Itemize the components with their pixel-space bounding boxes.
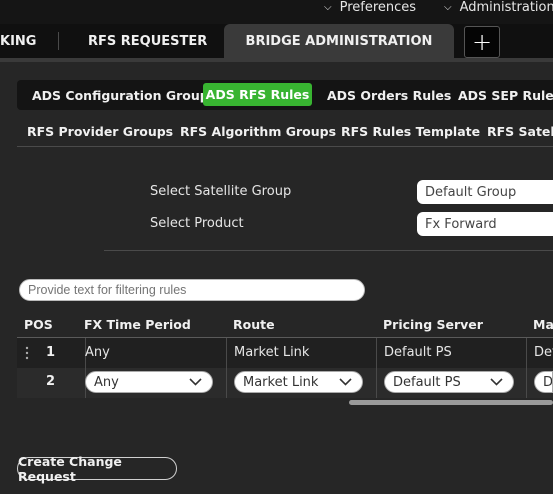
satellite-group-select[interactable]: Default Group (417, 180, 553, 204)
cell-time-period[interactable]: Any (85, 345, 110, 360)
tab-rfs-provider-groups[interactable]: RFS Provider Groups (27, 121, 173, 141)
time-period-value: Any (94, 374, 119, 390)
time-period-select[interactable]: Any (85, 371, 213, 393)
tab-ads-configuration-groups[interactable]: ADS Configuration Groups (32, 80, 216, 110)
chevron-down-icon: ⌵ (324, 1, 332, 13)
administration-label: Administration (459, 0, 553, 15)
filter-rules-input[interactable] (19, 279, 365, 301)
tab-bridge-administration[interactable]: BRIDGE ADMINISTRATION (224, 24, 454, 58)
chevron-down-icon (339, 378, 352, 386)
horizontal-scrollbar[interactable] (349, 400, 553, 405)
chevron-down-icon: ⌵ (444, 1, 452, 13)
plus-icon: + (471, 28, 493, 56)
column-divider (526, 338, 527, 398)
form-divider (104, 250, 553, 251)
pricing-server-select[interactable]: Default PS (384, 371, 514, 393)
cell-pricing-server[interactable]: Default PS (384, 345, 452, 360)
column-divider (376, 338, 377, 398)
preferences-label: Preferences (339, 0, 417, 15)
market-value: De (543, 374, 553, 390)
product-label: Select Product (150, 216, 244, 231)
satellite-group-label: Select Satellite Group (150, 184, 292, 199)
tab-rfs-rules-template[interactable]: RFS Rules Template (341, 121, 480, 141)
tab-divider (58, 32, 59, 50)
route-select[interactable]: Market Link (234, 371, 363, 393)
create-change-request-button[interactable]: Create Change Request (17, 454, 177, 484)
column-divider (226, 338, 227, 398)
tab-content-divider (0, 58, 553, 62)
col-header-pos[interactable]: POS (24, 315, 53, 333)
tab-rfs-satellite[interactable]: RFS Satellit (487, 121, 553, 141)
add-tab-button[interactable]: + (464, 26, 500, 58)
tab-booking-partial[interactable]: KING (0, 24, 36, 58)
chevron-down-icon (189, 378, 202, 386)
col-header-pricing-server[interactable]: Pricing Server (383, 315, 483, 333)
market-select[interactable]: De (534, 371, 553, 393)
tab-ads-sep-rules[interactable]: ADS SEP Rules (458, 80, 553, 110)
cell-route[interactable]: Market Link (234, 345, 309, 360)
col-header-fx-time-period[interactable]: FX Time Period (84, 315, 191, 333)
row-pos: 1 (46, 345, 56, 360)
row-pos: 2 (46, 374, 56, 389)
col-header-route[interactable]: Route (233, 315, 275, 333)
tab-ads-rfs-rules[interactable]: ADS RFS Rules (203, 83, 312, 106)
administration-menu[interactable]: ⌵ Administration (444, 0, 553, 15)
product-select[interactable]: Fx Forward (417, 212, 553, 236)
drag-handle-icon[interactable] (24, 344, 30, 362)
pricing-server-value: Default PS (393, 374, 461, 390)
col-header-market[interactable]: Ma (533, 315, 553, 333)
tab-rfs-requester[interactable]: RFS REQUESTER (88, 24, 207, 58)
chevron-down-icon (490, 378, 503, 386)
preferences-menu[interactable]: ⌵ Preferences (324, 0, 417, 15)
cell-market[interactable]: Def (534, 345, 553, 360)
sub-tab-divider (17, 146, 553, 147)
route-value: Market Link (243, 374, 319, 390)
tab-ads-orders-rules[interactable]: ADS Orders Rules (327, 80, 451, 110)
tab-rfs-algorithm-groups[interactable]: RFS Algorithm Groups (180, 121, 336, 141)
